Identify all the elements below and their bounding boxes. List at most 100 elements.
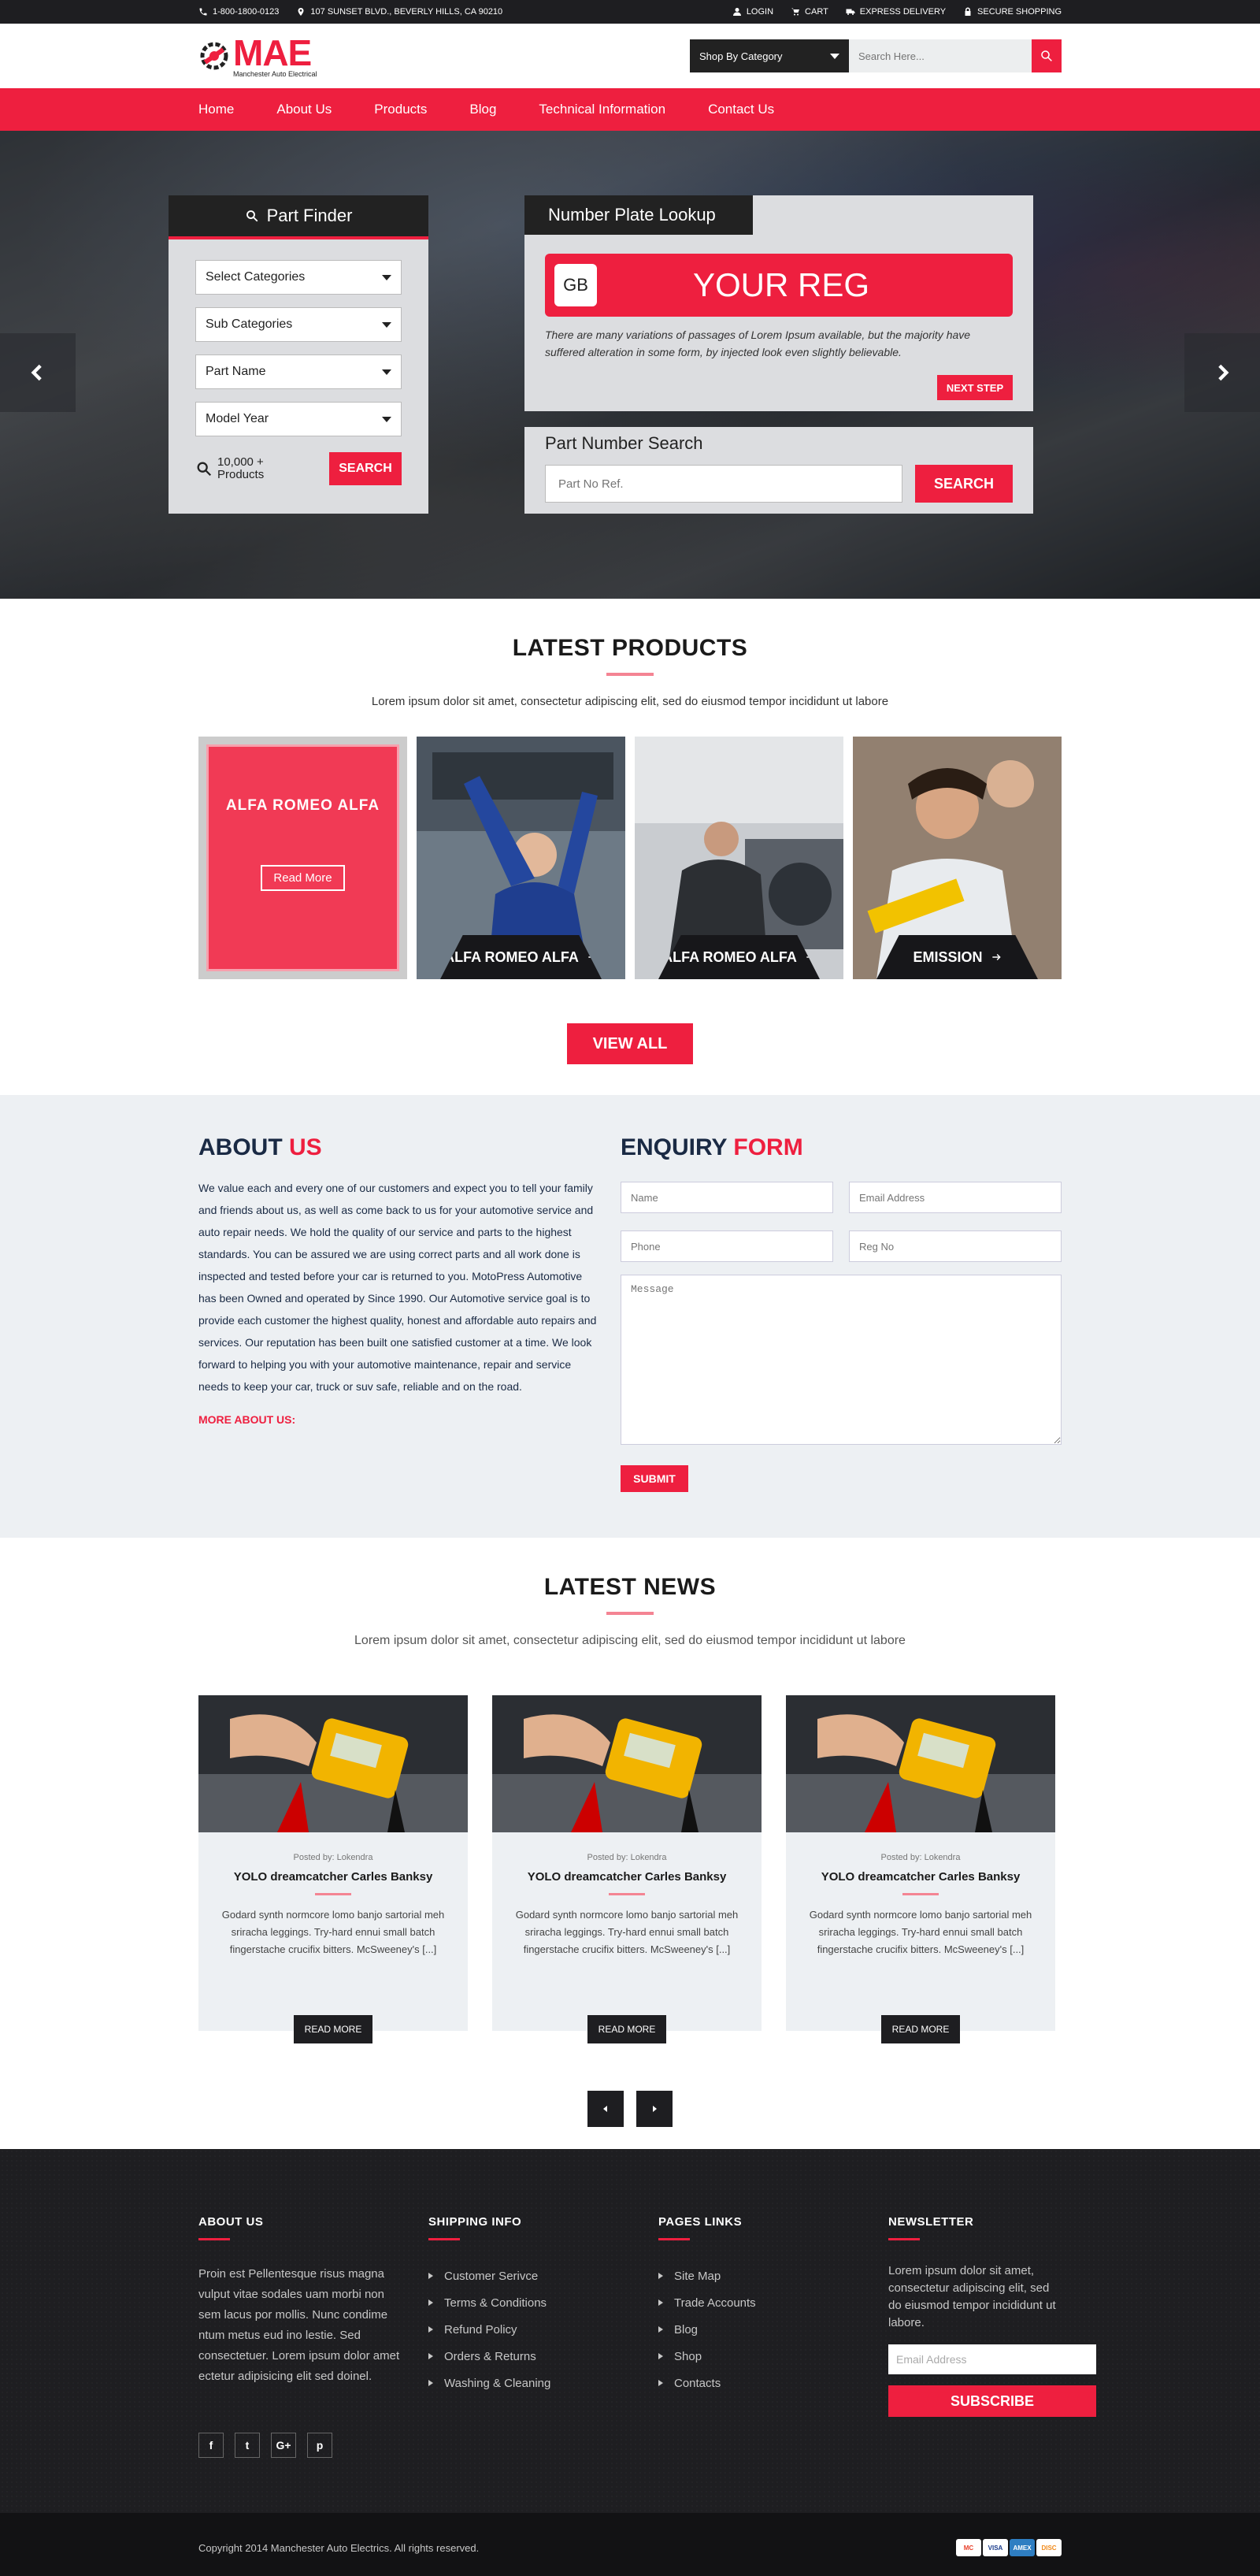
facebook-icon[interactable]: f xyxy=(198,2433,224,2458)
read-more-button[interactable]: READ MORE xyxy=(587,2015,666,2043)
search-input[interactable] xyxy=(849,39,1032,72)
cart-link[interactable]: CART xyxy=(791,7,828,17)
news-image xyxy=(198,1695,468,1832)
read-more-button[interactable]: READ MORE xyxy=(294,2015,372,2043)
name-field[interactable] xyxy=(621,1182,833,1213)
footer-link[interactable]: Contacts xyxy=(658,2370,888,2396)
select-label: Part Name xyxy=(206,365,266,378)
login-link[interactable]: LOGIN xyxy=(732,7,773,17)
delivery-label: EXPRESS DELIVERY xyxy=(859,7,947,17)
select-categories[interactable]: Select Categories xyxy=(195,260,402,295)
slider-next-button[interactable] xyxy=(1184,333,1260,412)
site-footer: ABOUT US Proin est Pellentesque risus ma… xyxy=(0,2149,1260,2513)
product-card[interactable]: EMISSION xyxy=(853,737,1062,979)
copyright-text: Copyright 2014 Manchester Auto Electrics… xyxy=(198,2541,480,2554)
select-part-name[interactable]: Part Name xyxy=(195,354,402,389)
country-code: GB xyxy=(554,264,597,306)
part-finder-header: Part Finder xyxy=(169,195,428,239)
news-excerpt: Godard synth normcore lomo banjo sartori… xyxy=(809,1909,1032,1955)
slider-prev-button[interactable] xyxy=(0,333,76,412)
nav-products[interactable]: Products xyxy=(374,102,427,117)
product-caption[interactable]: ALFA ROMEO ALFA xyxy=(440,935,602,979)
next-step-button[interactable]: NEXT STEP xyxy=(937,375,1013,400)
amex-icon: AMEX xyxy=(1010,2539,1035,2556)
read-more-button[interactable]: READ MORE xyxy=(881,2015,960,2043)
news-prev-button[interactable] xyxy=(587,2091,624,2127)
message-field[interactable] xyxy=(621,1275,1062,1445)
latest-products-subtitle: Lorem ipsum dolor sit amet, consectetur … xyxy=(371,695,889,708)
hero-slider: Part Finder Select Categories Sub Catego… xyxy=(0,131,1260,599)
select-model-year[interactable]: Model Year xyxy=(195,402,402,436)
product-caption[interactable]: ALFA ROMEO ALFA xyxy=(658,935,820,979)
product-card-featured[interactable]: ALFA ROMEO ALFA Read More xyxy=(198,737,407,979)
featured-product-title: ALFA ROMEO ALFA xyxy=(225,797,380,814)
search-button[interactable] xyxy=(1032,39,1062,72)
footer-link[interactable]: Shop xyxy=(658,2343,888,2370)
latest-news-subtitle: Lorem ipsum dolor sit amet, consectetur … xyxy=(354,1634,906,1647)
heading-underline xyxy=(198,2238,230,2240)
product-name: ALFA ROMEO ALFA xyxy=(662,948,797,965)
header-search: Shop By Category xyxy=(690,39,1062,72)
phone-field[interactable] xyxy=(621,1230,833,1262)
news-card: Posted by: Lokendra YOLO dreamcatcher Ca… xyxy=(492,1695,762,2043)
footer-about-title: ABOUT US xyxy=(198,2215,264,2229)
news-title[interactable]: YOLO dreamcatcher Carles Banksy xyxy=(492,1870,762,1884)
product-card[interactable]: ALFA ROMEO ALFA xyxy=(635,737,843,979)
login-label: LOGIN xyxy=(746,7,774,17)
nav-blog[interactable]: Blog xyxy=(469,102,496,117)
footer-link[interactable]: Terms & Conditions xyxy=(428,2289,658,2316)
site-logo[interactable]: MAE Manchester Auto Electrical xyxy=(198,35,317,78)
footer-link[interactable]: Trade Accounts xyxy=(658,2289,888,2316)
footer-shipping: SHIPPING INFO Customer Serivce Terms & C… xyxy=(428,2215,658,2458)
caret-down-icon xyxy=(382,416,391,422)
chevron-left-icon xyxy=(31,364,42,381)
email-field[interactable] xyxy=(849,1182,1062,1213)
news-title[interactable]: YOLO dreamcatcher Carles Banksy xyxy=(198,1870,468,1884)
product-card[interactable]: ALFA ROMEO ALFA xyxy=(417,737,625,979)
product-caption[interactable]: EMISSION xyxy=(876,935,1038,979)
news-image xyxy=(492,1695,762,1832)
caret-left-icon xyxy=(603,2106,607,2112)
part-finder-search-button[interactable]: SEARCH xyxy=(329,452,402,485)
payment-icons: MC VISA AMEX DISC xyxy=(956,2539,1062,2556)
mastercard-icon: MC xyxy=(956,2539,981,2556)
select-sub-categories[interactable]: Sub Categories xyxy=(195,307,402,342)
view-all-button[interactable]: VIEW ALL xyxy=(567,1023,693,1064)
footer-link[interactable]: Refund Policy xyxy=(428,2316,658,2343)
delivery-info: EXPRESS DELIVERY xyxy=(846,7,946,17)
news-meta: Posted by: Lokendra xyxy=(587,1853,667,1862)
footer-link[interactable]: Customer Serivce xyxy=(428,2262,658,2289)
footer-link[interactable]: Washing & Cleaning xyxy=(428,2370,658,2396)
caret-down-icon xyxy=(382,321,391,328)
footer-link[interactable]: Orders & Returns xyxy=(428,2343,658,2370)
nav-home[interactable]: Home xyxy=(198,102,234,117)
nav-about-us[interactable]: About Us xyxy=(276,102,332,117)
caret-down-icon xyxy=(382,369,391,375)
news-image xyxy=(786,1695,1055,1832)
caret-right-icon xyxy=(653,2106,657,2112)
news-title[interactable]: YOLO dreamcatcher Carles Banksy xyxy=(786,1870,1055,1884)
read-more-button[interactable]: Read More xyxy=(261,865,345,891)
google-plus-icon[interactable]: G+ xyxy=(271,2433,296,2458)
reg-no-field[interactable] xyxy=(849,1230,1062,1262)
footer-link[interactable]: Site Map xyxy=(658,2262,888,2289)
footer-link[interactable]: Blog xyxy=(658,2316,888,2343)
nav-technical-information[interactable]: Technical Information xyxy=(539,102,665,117)
more-about-link[interactable]: MORE ABOUT US: xyxy=(198,1413,602,1426)
part-number-title: Part Number Search xyxy=(545,433,703,453)
subscribe-button[interactable]: SUBSCRIBE xyxy=(888,2385,1096,2417)
nav-contact-us[interactable]: Contact Us xyxy=(708,102,774,117)
twitter-icon[interactable]: t xyxy=(235,2433,260,2458)
newsletter-text: Lorem ipsum dolor sit amet, consectetur … xyxy=(888,2264,1056,2329)
pinterest-icon[interactable]: p xyxy=(307,2433,332,2458)
reg-plate-input[interactable]: GB YOUR REG xyxy=(545,254,1013,317)
part-number-search-button[interactable]: SEARCH xyxy=(915,465,1013,503)
cart-label: CART xyxy=(805,7,828,17)
secure-info: SECURE SHOPPING xyxy=(963,7,1062,17)
news-next-button[interactable] xyxy=(636,2091,673,2127)
visa-icon: VISA xyxy=(983,2539,1008,2556)
part-number-input[interactable] xyxy=(545,465,902,503)
category-select[interactable]: Shop By Category xyxy=(690,39,849,72)
submit-button[interactable]: SUBMIT xyxy=(621,1465,688,1492)
newsletter-email-field[interactable]: Email Address xyxy=(888,2344,1096,2374)
